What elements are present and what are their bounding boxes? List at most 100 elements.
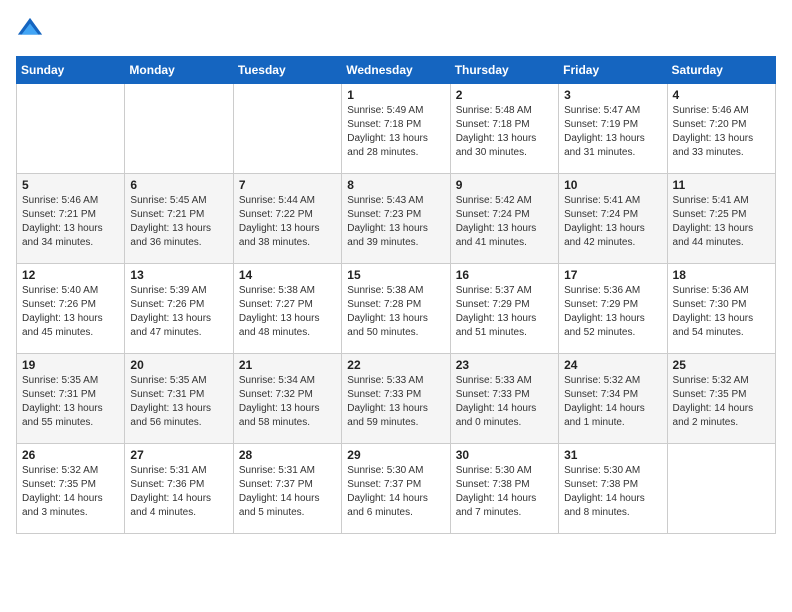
day-info: Sunrise: 5:48 AM Sunset: 7:18 PM Dayligh… — [456, 104, 553, 160]
calendar-cell: 31 Sunrise: 5:30 AM Sunset: 7:38 PM Dayli… — [559, 444, 667, 534]
day-info: Sunrise: 5:41 AM Sunset: 7:24 PM Dayligh… — [564, 194, 661, 250]
day-info: Sunrise: 5:31 AM Sunset: 7:36 PM Dayligh… — [130, 464, 227, 520]
day-info: Sunrise: 5:33 AM Sunset: 7:33 PM Dayligh… — [347, 374, 444, 430]
day-number: 4 — [673, 88, 770, 102]
day-info: Sunrise: 5:40 AM Sunset: 7:26 PM Dayligh… — [22, 284, 119, 340]
calendar-cell: 6 Sunrise: 5:45 AM Sunset: 7:21 PM Daylig… — [125, 174, 233, 264]
day-number: 13 — [130, 268, 227, 282]
day-info: Sunrise: 5:44 AM Sunset: 7:22 PM Dayligh… — [239, 194, 336, 250]
day-number: 22 — [347, 358, 444, 372]
day-info: Sunrise: 5:43 AM Sunset: 7:23 PM Dayligh… — [347, 194, 444, 250]
day-number: 12 — [22, 268, 119, 282]
day-info: Sunrise: 5:41 AM Sunset: 7:25 PM Dayligh… — [673, 194, 770, 250]
day-number: 6 — [130, 178, 227, 192]
calendar-cell — [125, 84, 233, 174]
calendar-header-row: SundayMondayTuesdayWednesdayThursdayFrid… — [17, 57, 776, 84]
day-number: 11 — [673, 178, 770, 192]
day-number: 25 — [673, 358, 770, 372]
calendar-cell: 15Sunrise: 5:38 AM Sunset: 7:28 PM Dayli… — [342, 264, 450, 354]
page-header — [16, 16, 776, 44]
calendar-cell: 2 Sunrise: 5:48 AM Sunset: 7:18 PM Daylig… — [450, 84, 558, 174]
calendar-week-row: 26 Sunrise: 5:32 AM Sunset: 7:35 PM Dayli… — [17, 444, 776, 534]
day-number: 24 — [564, 358, 661, 372]
day-info: Sunrise: 5:32 AM Sunset: 7:34 PM Dayligh… — [564, 374, 661, 430]
day-of-week-header: Friday — [559, 57, 667, 84]
calendar-week-row: 1 Sunrise: 5:49 AM Sunset: 7:18 PM Daylig… — [17, 84, 776, 174]
calendar-cell: 16Sunrise: 5:37 AM Sunset: 7:29 PM Dayli… — [450, 264, 558, 354]
calendar-cell: 20 Sunrise: 5:35 AM Sunset: 7:31 PM Dayli… — [125, 354, 233, 444]
calendar-cell: 3Sunrise: 5:47 AM Sunset: 7:19 PM Daylig… — [559, 84, 667, 174]
calendar-cell: 1 Sunrise: 5:49 AM Sunset: 7:18 PM Daylig… — [342, 84, 450, 174]
calendar-week-row: 12 Sunrise: 5:40 AM Sunset: 7:26 PM Dayli… — [17, 264, 776, 354]
calendar-cell: 19 Sunrise: 5:35 AM Sunset: 7:31 PM Dayli… — [17, 354, 125, 444]
calendar-cell: 18Sunrise: 5:36 AM Sunset: 7:30 PM Dayli… — [667, 264, 775, 354]
day-number: 20 — [130, 358, 227, 372]
logo — [16, 16, 48, 44]
day-of-week-header: Saturday — [667, 57, 775, 84]
day-number: 28 — [239, 448, 336, 462]
day-number: 2 — [456, 88, 553, 102]
calendar-cell — [233, 84, 341, 174]
calendar-cell — [667, 444, 775, 534]
calendar-cell: 13 Sunrise: 5:39 AM Sunset: 7:26 PM Dayli… — [125, 264, 233, 354]
calendar-cell: 5 Sunrise: 5:46 AM Sunset: 7:21 PM Daylig… — [17, 174, 125, 264]
calendar-cell: 30Sunrise: 5:30 AM Sunset: 7:38 PM Dayli… — [450, 444, 558, 534]
calendar-cell: 17Sunrise: 5:36 AM Sunset: 7:29 PM Dayli… — [559, 264, 667, 354]
day-info: Sunrise: 5:45 AM Sunset: 7:21 PM Dayligh… — [130, 194, 227, 250]
day-info: Sunrise: 5:47 AM Sunset: 7:19 PM Dayligh… — [564, 104, 661, 160]
calendar-cell: 7 Sunrise: 5:44 AM Sunset: 7:22 PM Daylig… — [233, 174, 341, 264]
day-number: 5 — [22, 178, 119, 192]
calendar-cell: 14Sunrise: 5:38 AM Sunset: 7:27 PM Dayli… — [233, 264, 341, 354]
day-of-week-header: Tuesday — [233, 57, 341, 84]
calendar-cell: 28 Sunrise: 5:31 AM Sunset: 7:37 PM Dayli… — [233, 444, 341, 534]
calendar-cell: 29 Sunrise: 5:30 AM Sunset: 7:37 PM Dayli… — [342, 444, 450, 534]
day-of-week-header: Monday — [125, 57, 233, 84]
calendar-cell: 21Sunrise: 5:34 AM Sunset: 7:32 PM Dayli… — [233, 354, 341, 444]
calendar-cell: 24 Sunrise: 5:32 AM Sunset: 7:34 PM Dayli… — [559, 354, 667, 444]
calendar-cell: 27 Sunrise: 5:31 AM Sunset: 7:36 PM Dayli… — [125, 444, 233, 534]
calendar-cell: 8Sunrise: 5:43 AM Sunset: 7:23 PM Daylig… — [342, 174, 450, 264]
day-info: Sunrise: 5:42 AM Sunset: 7:24 PM Dayligh… — [456, 194, 553, 250]
logo-icon — [16, 16, 44, 44]
day-info: Sunrise: 5:39 AM Sunset: 7:26 PM Dayligh… — [130, 284, 227, 340]
day-info: Sunrise: 5:34 AM Sunset: 7:32 PM Dayligh… — [239, 374, 336, 430]
calendar-week-row: 5 Sunrise: 5:46 AM Sunset: 7:21 PM Daylig… — [17, 174, 776, 264]
day-number: 31 — [564, 448, 661, 462]
day-info: Sunrise: 5:32 AM Sunset: 7:35 PM Dayligh… — [22, 464, 119, 520]
calendar-cell: 23 Sunrise: 5:33 AM Sunset: 7:33 PM Dayli… — [450, 354, 558, 444]
calendar-table: SundayMondayTuesdayWednesdayThursdayFrid… — [16, 56, 776, 534]
day-info: Sunrise: 5:35 AM Sunset: 7:31 PM Dayligh… — [22, 374, 119, 430]
day-number: 17 — [564, 268, 661, 282]
day-number: 27 — [130, 448, 227, 462]
day-number: 30 — [456, 448, 553, 462]
day-info: Sunrise: 5:30 AM Sunset: 7:37 PM Dayligh… — [347, 464, 444, 520]
day-info: Sunrise: 5:33 AM Sunset: 7:33 PM Dayligh… — [456, 374, 553, 430]
day-info: Sunrise: 5:49 AM Sunset: 7:18 PM Dayligh… — [347, 104, 444, 160]
day-info: Sunrise: 5:46 AM Sunset: 7:20 PM Dayligh… — [673, 104, 770, 160]
day-number: 1 — [347, 88, 444, 102]
day-number: 7 — [239, 178, 336, 192]
day-info: Sunrise: 5:32 AM Sunset: 7:35 PM Dayligh… — [673, 374, 770, 430]
day-number: 23 — [456, 358, 553, 372]
calendar-cell: 26 Sunrise: 5:32 AM Sunset: 7:35 PM Dayli… — [17, 444, 125, 534]
day-number: 15 — [347, 268, 444, 282]
day-number: 19 — [22, 358, 119, 372]
day-info: Sunrise: 5:46 AM Sunset: 7:21 PM Dayligh… — [22, 194, 119, 250]
day-info: Sunrise: 5:35 AM Sunset: 7:31 PM Dayligh… — [130, 374, 227, 430]
day-number: 26 — [22, 448, 119, 462]
calendar-cell: 12 Sunrise: 5:40 AM Sunset: 7:26 PM Dayli… — [17, 264, 125, 354]
calendar-cell: 22 Sunrise: 5:33 AM Sunset: 7:33 PM Dayli… — [342, 354, 450, 444]
calendar-cell: 9Sunrise: 5:42 AM Sunset: 7:24 PM Daylig… — [450, 174, 558, 264]
day-of-week-header: Wednesday — [342, 57, 450, 84]
day-number: 14 — [239, 268, 336, 282]
day-of-week-header: Thursday — [450, 57, 558, 84]
calendar-cell — [17, 84, 125, 174]
day-number: 16 — [456, 268, 553, 282]
day-number: 18 — [673, 268, 770, 282]
calendar-week-row: 19 Sunrise: 5:35 AM Sunset: 7:31 PM Dayli… — [17, 354, 776, 444]
day-info: Sunrise: 5:31 AM Sunset: 7:37 PM Dayligh… — [239, 464, 336, 520]
calendar-cell: 10 Sunrise: 5:41 AM Sunset: 7:24 PM Dayli… — [559, 174, 667, 264]
day-number: 10 — [564, 178, 661, 192]
day-number: 29 — [347, 448, 444, 462]
day-info: Sunrise: 5:30 AM Sunset: 7:38 PM Dayligh… — [564, 464, 661, 520]
